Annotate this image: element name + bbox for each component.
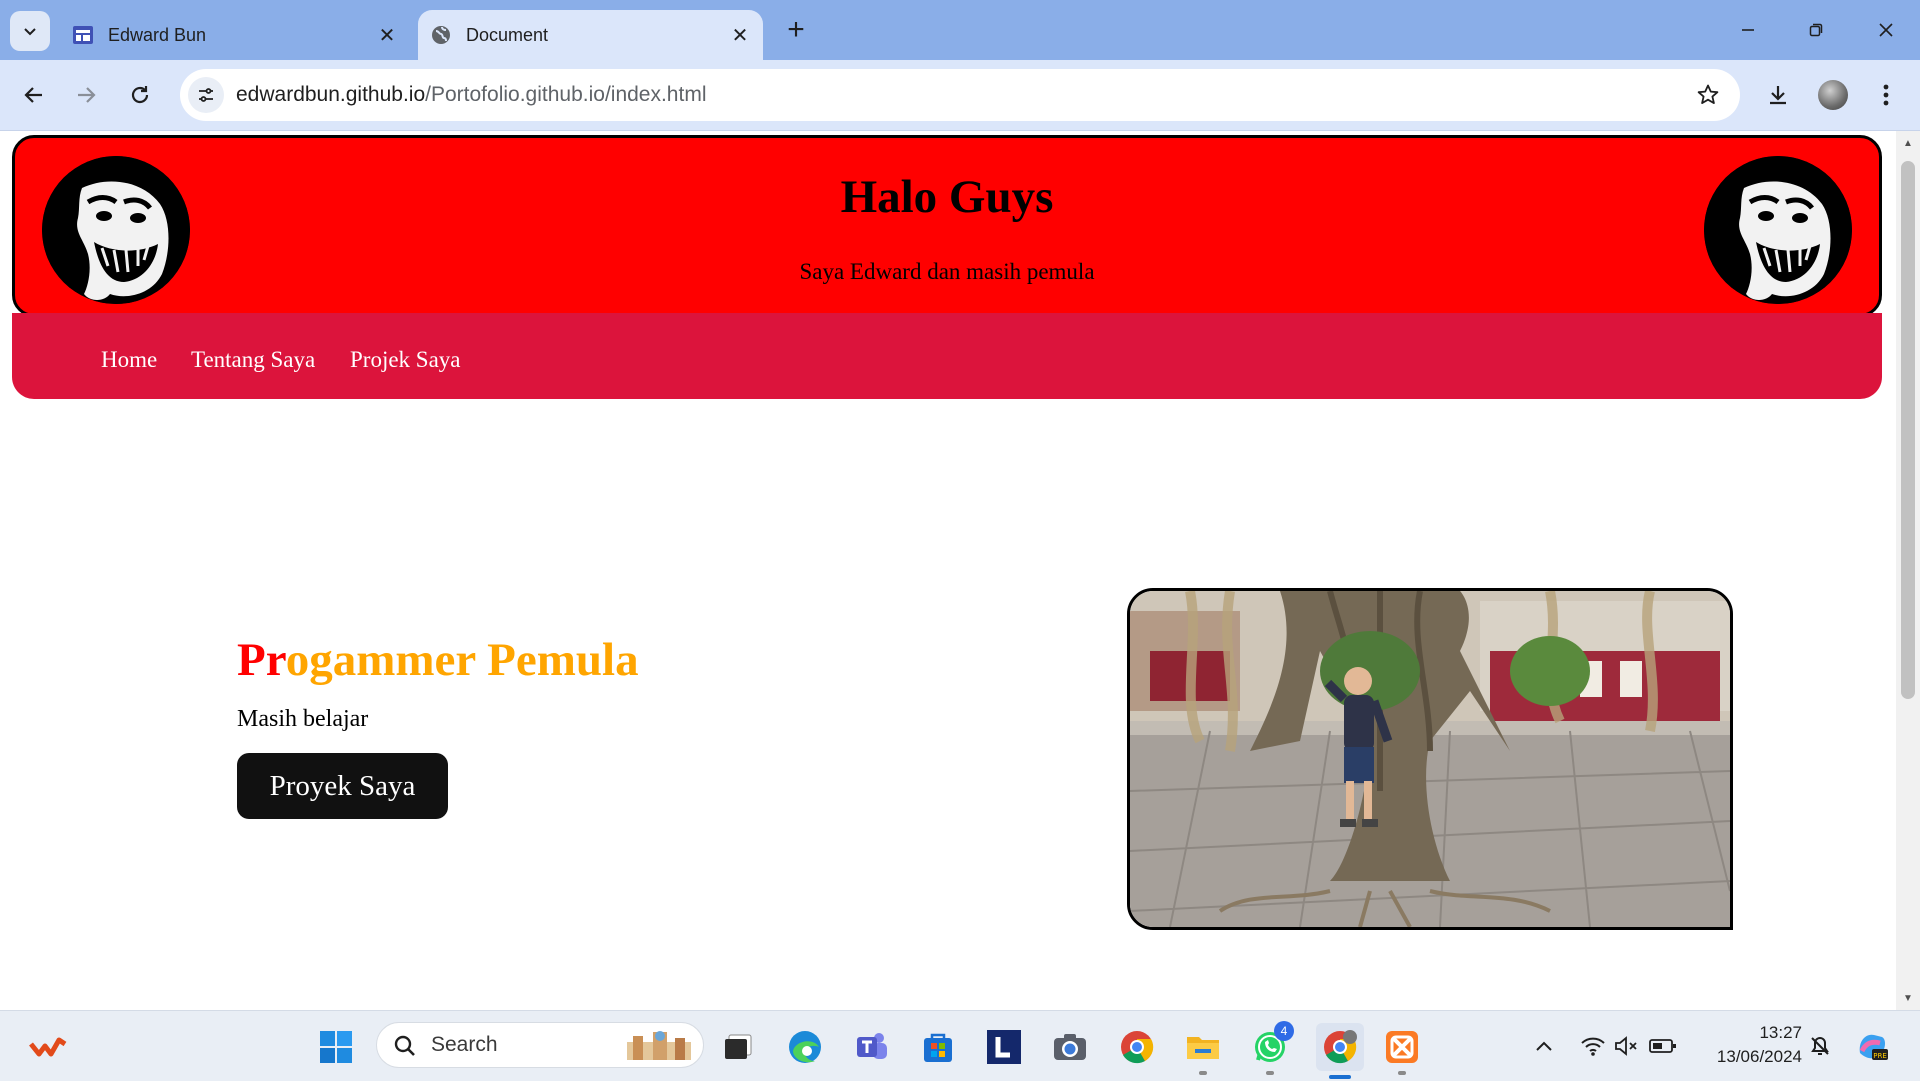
copilot-icon[interactable]: PRE <box>1852 1029 1892 1063</box>
tab-search-button[interactable] <box>10 11 50 51</box>
hero-text: Masih belajar <box>237 706 369 732</box>
close-window-icon[interactable] <box>1856 8 1916 52</box>
page-viewport: Halo Guys Saya Edward dan masih pemula H… <box>0 131 1896 1010</box>
page-scrollbar[interactable]: ▲ ▼ <box>1896 131 1920 1010</box>
site-info-icon[interactable] <box>188 77 224 113</box>
minimize-icon[interactable] <box>1718 8 1778 52</box>
search-highlight-icon <box>627 1031 691 1060</box>
download-icon[interactable] <box>1758 75 1798 115</box>
site-favicon <box>73 26 93 44</box>
wifi-icon[interactable] <box>1578 1029 1608 1063</box>
restore-icon[interactable] <box>1786 8 1846 52</box>
hero-title-accent: Pr <box>237 634 286 686</box>
url-domain: edwardbun.github.io <box>236 83 426 106</box>
back-icon[interactable] <box>14 75 54 115</box>
whatsapp-badge: 4 <box>1274 1021 1294 1041</box>
nav-link-projek-saya[interactable]: Projek Saya <box>350 347 461 373</box>
teams-icon[interactable] <box>851 1027 891 1067</box>
store-icon[interactable] <box>918 1027 958 1067</box>
file-explorer-icon[interactable] <box>1183 1027 1223 1075</box>
site-subtitle: Saya Edward dan masih pemula <box>799 259 1095 284</box>
search-placeholder: Search <box>431 1033 498 1056</box>
globe-icon <box>432 26 450 44</box>
taskbar-search-box[interactable]: Search <box>376 1022 704 1068</box>
chevron-up-icon[interactable] <box>1530 1029 1558 1063</box>
tab-strip: Edward Bun ✕ Document ✕ + <box>0 0 1920 60</box>
start-icon[interactable] <box>316 1027 356 1067</box>
volume-muted-icon[interactable] <box>1612 1029 1642 1063</box>
nav-link-tentang-saya[interactable]: Tentang Saya <box>191 347 315 373</box>
profile-avatar[interactable] <box>1813 75 1853 115</box>
l-app-icon[interactable] <box>984 1027 1024 1067</box>
proyek-saya-button[interactable]: Proyek Saya <box>237 753 448 819</box>
hero-title-rest: ogammer Pemula <box>285 634 639 686</box>
address-bar[interactable]: edwardbun.github.io/Portofolio.github.io… <box>180 69 1740 121</box>
widgets-icon[interactable] <box>28 1027 68 1067</box>
clock-date: 13/06/2024 <box>1716 1047 1802 1066</box>
close-tab-icon[interactable]: ✕ <box>372 20 402 50</box>
site-header: Halo Guys Saya Edward dan masih pemula <box>12 135 1882 317</box>
clock-time: 13:27 <box>1759 1023 1802 1042</box>
profile-photo <box>1127 588 1733 930</box>
windows-taskbar: Search 4 13:27 13/06/2024 PRE <box>0 1010 1920 1081</box>
chrome-icon[interactable] <box>1117 1027 1157 1067</box>
taskbar-clock[interactable]: 13:27 13/06/2024 <box>1690 1021 1802 1069</box>
scroll-up-icon[interactable]: ▲ <box>1902 137 1914 149</box>
tab-document[interactable]: Document ✕ <box>418 10 763 60</box>
reload-icon[interactable] <box>120 75 160 115</box>
svg-text:PRE: PRE <box>1873 1052 1887 1060</box>
forward-icon[interactable] <box>66 75 106 115</box>
site-nav: Home Tentang Saya Projek Saya <box>12 313 1882 399</box>
chevron-down-icon <box>24 28 36 36</box>
bookmark-star-icon[interactable] <box>1694 81 1722 109</box>
camera-icon[interactable] <box>1050 1027 1090 1067</box>
tab-title: Document <box>466 24 549 45</box>
hero-title: Progammer Pemula <box>237 628 639 692</box>
scroll-thumb[interactable] <box>1901 161 1915 699</box>
close-tab-icon[interactable]: ✕ <box>725 20 755 50</box>
nav-link-home[interactable]: Home <box>101 347 157 373</box>
browser-toolbar: edwardbun.github.io/Portofolio.github.io… <box>0 60 1920 131</box>
new-tab-icon[interactable]: + <box>778 12 814 48</box>
edge-icon[interactable] <box>785 1027 825 1067</box>
more-menu-icon[interactable] <box>1866 75 1906 115</box>
site-title: Halo Guys <box>840 171 1054 223</box>
search-icon <box>394 1035 415 1056</box>
task-view-icon[interactable] <box>718 1027 758 1067</box>
chrome-profile-icon[interactable] <box>1316 1023 1364 1079</box>
scroll-down-icon[interactable]: ▼ <box>1902 992 1914 1004</box>
tab-edward-bun[interactable]: Edward Bun ✕ <box>60 10 410 60</box>
url-path: /Portofolio.github.io/index.html <box>425 83 707 106</box>
troll-face-logo <box>1704 156 1852 304</box>
xampp-icon[interactable] <box>1382 1027 1422 1075</box>
whatsapp-icon[interactable]: 4 <box>1250 1021 1294 1075</box>
notification-icon[interactable] <box>1804 1029 1836 1063</box>
tab-title: Edward Bun <box>108 24 207 45</box>
url-text: edwardbun.github.io/Portofolio.github.io… <box>236 69 706 121</box>
battery-icon[interactable] <box>1648 1029 1678 1063</box>
